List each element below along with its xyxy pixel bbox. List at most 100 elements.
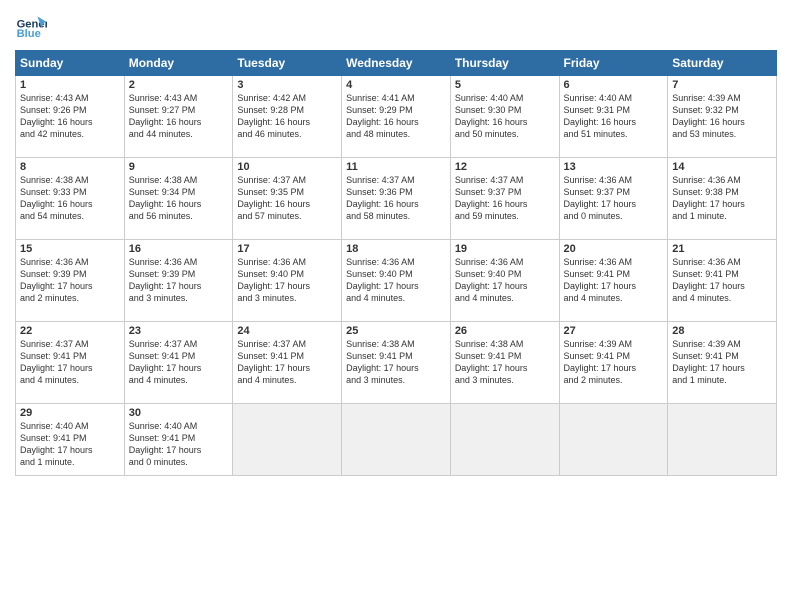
cell-line: Sunset: 9:35 PM [237, 186, 337, 198]
cell-line: and 1 minute. [20, 456, 120, 468]
calendar-table: SundayMondayTuesdayWednesdayThursdayFrid… [15, 50, 777, 476]
cell-line: Sunrise: 4:39 AM [672, 338, 772, 350]
cell-line: Daylight: 16 hours [129, 116, 229, 128]
cell-line: Sunset: 9:34 PM [129, 186, 229, 198]
cell-line: and 48 minutes. [346, 128, 446, 140]
cell-line: and 4 minutes. [20, 374, 120, 386]
calendar-cell: 29Sunrise: 4:40 AMSunset: 9:41 PMDayligh… [16, 404, 125, 476]
cell-line: Sunrise: 4:37 AM [20, 338, 120, 350]
cell-line: and 50 minutes. [455, 128, 555, 140]
cell-line: and 1 minute. [672, 374, 772, 386]
cell-line: and 4 minutes. [455, 292, 555, 304]
cell-line: and 4 minutes. [672, 292, 772, 304]
cell-line: and 53 minutes. [672, 128, 772, 140]
cell-line: and 59 minutes. [455, 210, 555, 222]
cell-line: Sunset: 9:28 PM [237, 104, 337, 116]
cell-line: and 57 minutes. [237, 210, 337, 222]
week-row-5: 29Sunrise: 4:40 AMSunset: 9:41 PMDayligh… [16, 404, 777, 476]
cell-content: Sunrise: 4:37 AMSunset: 9:35 PMDaylight:… [237, 174, 337, 223]
cell-content: Sunrise: 4:42 AMSunset: 9:28 PMDaylight:… [237, 92, 337, 141]
calendar-cell: 25Sunrise: 4:38 AMSunset: 9:41 PMDayligh… [342, 322, 451, 404]
cell-line: and 2 minutes. [20, 292, 120, 304]
cell-line: Sunrise: 4:38 AM [455, 338, 555, 350]
cell-line: and 3 minutes. [455, 374, 555, 386]
cell-line: and 1 minute. [672, 210, 772, 222]
cell-line: Sunset: 9:41 PM [129, 350, 229, 362]
cell-line: Sunrise: 4:39 AM [672, 92, 772, 104]
calendar-cell [233, 404, 342, 476]
cell-line: Sunrise: 4:40 AM [20, 420, 120, 432]
cell-line: Sunrise: 4:38 AM [346, 338, 446, 350]
cell-line: Daylight: 16 hours [346, 116, 446, 128]
cell-line: Sunrise: 4:43 AM [20, 92, 120, 104]
cell-line: Sunset: 9:41 PM [564, 268, 664, 280]
col-header-friday: Friday [559, 51, 668, 76]
day-number: 26 [455, 325, 555, 337]
header-row: SundayMondayTuesdayWednesdayThursdayFrid… [16, 51, 777, 76]
cell-line: Daylight: 17 hours [20, 444, 120, 456]
cell-line: and 0 minutes. [129, 456, 229, 468]
calendar-cell: 18Sunrise: 4:36 AMSunset: 9:40 PMDayligh… [342, 240, 451, 322]
calendar-cell: 10Sunrise: 4:37 AMSunset: 9:35 PMDayligh… [233, 158, 342, 240]
cell-line: Sunrise: 4:36 AM [672, 256, 772, 268]
cell-line: and 56 minutes. [129, 210, 229, 222]
cell-line: Sunrise: 4:42 AM [237, 92, 337, 104]
cell-line: Sunset: 9:26 PM [20, 104, 120, 116]
cell-line: Sunset: 9:41 PM [455, 350, 555, 362]
cell-line: and 54 minutes. [20, 210, 120, 222]
cell-line: Sunset: 9:36 PM [346, 186, 446, 198]
calendar-cell [668, 404, 777, 476]
cell-line: Sunset: 9:41 PM [20, 432, 120, 444]
cell-line: Sunrise: 4:37 AM [237, 174, 337, 186]
logo-icon: General Blue [15, 10, 47, 42]
calendar-cell: 3Sunrise: 4:42 AMSunset: 9:28 PMDaylight… [233, 76, 342, 158]
cell-line: and 4 minutes. [237, 374, 337, 386]
calendar-cell: 16Sunrise: 4:36 AMSunset: 9:39 PMDayligh… [124, 240, 233, 322]
calendar-cell: 26Sunrise: 4:38 AMSunset: 9:41 PMDayligh… [450, 322, 559, 404]
day-number: 24 [237, 325, 337, 337]
day-number: 8 [20, 161, 120, 173]
cell-line: Sunrise: 4:36 AM [672, 174, 772, 186]
logo: General Blue [15, 10, 50, 42]
cell-line: Daylight: 16 hours [346, 198, 446, 210]
cell-line: and 42 minutes. [20, 128, 120, 140]
day-number: 18 [346, 243, 446, 255]
cell-line: Sunrise: 4:37 AM [237, 338, 337, 350]
cell-content: Sunrise: 4:36 AMSunset: 9:41 PMDaylight:… [672, 256, 772, 305]
cell-line: Daylight: 17 hours [129, 362, 229, 374]
day-number: 27 [564, 325, 664, 337]
col-header-thursday: Thursday [450, 51, 559, 76]
calendar-cell: 11Sunrise: 4:37 AMSunset: 9:36 PMDayligh… [342, 158, 451, 240]
col-header-sunday: Sunday [16, 51, 125, 76]
calendar-cell: 21Sunrise: 4:36 AMSunset: 9:41 PMDayligh… [668, 240, 777, 322]
cell-line: Daylight: 17 hours [564, 280, 664, 292]
cell-line: Daylight: 17 hours [20, 280, 120, 292]
cell-content: Sunrise: 4:36 AMSunset: 9:39 PMDaylight:… [129, 256, 229, 305]
cell-content: Sunrise: 4:38 AMSunset: 9:41 PMDaylight:… [346, 338, 446, 387]
day-number: 29 [20, 407, 120, 419]
cell-line: Sunset: 9:37 PM [455, 186, 555, 198]
cell-line: Sunset: 9:41 PM [346, 350, 446, 362]
cell-content: Sunrise: 4:36 AMSunset: 9:40 PMDaylight:… [455, 256, 555, 305]
cell-line: Daylight: 16 hours [455, 198, 555, 210]
cell-content: Sunrise: 4:36 AMSunset: 9:40 PMDaylight:… [237, 256, 337, 305]
cell-content: Sunrise: 4:39 AMSunset: 9:41 PMDaylight:… [672, 338, 772, 387]
cell-line: Sunrise: 4:36 AM [237, 256, 337, 268]
cell-content: Sunrise: 4:40 AMSunset: 9:30 PMDaylight:… [455, 92, 555, 141]
cell-content: Sunrise: 4:36 AMSunset: 9:41 PMDaylight:… [564, 256, 664, 305]
day-number: 2 [129, 79, 229, 91]
calendar-cell: 28Sunrise: 4:39 AMSunset: 9:41 PMDayligh… [668, 322, 777, 404]
week-row-3: 15Sunrise: 4:36 AMSunset: 9:39 PMDayligh… [16, 240, 777, 322]
cell-line: Daylight: 16 hours [20, 198, 120, 210]
calendar-cell: 6Sunrise: 4:40 AMSunset: 9:31 PMDaylight… [559, 76, 668, 158]
cell-line: Sunset: 9:39 PM [20, 268, 120, 280]
day-number: 6 [564, 79, 664, 91]
cell-line: Daylight: 17 hours [455, 280, 555, 292]
calendar-cell: 1Sunrise: 4:43 AMSunset: 9:26 PMDaylight… [16, 76, 125, 158]
cell-line: Sunrise: 4:40 AM [455, 92, 555, 104]
cell-line: and 0 minutes. [564, 210, 664, 222]
day-number: 22 [20, 325, 120, 337]
page: General Blue SundayMondayTuesdayWednesda… [0, 0, 792, 612]
col-header-wednesday: Wednesday [342, 51, 451, 76]
cell-line: Sunrise: 4:36 AM [564, 256, 664, 268]
